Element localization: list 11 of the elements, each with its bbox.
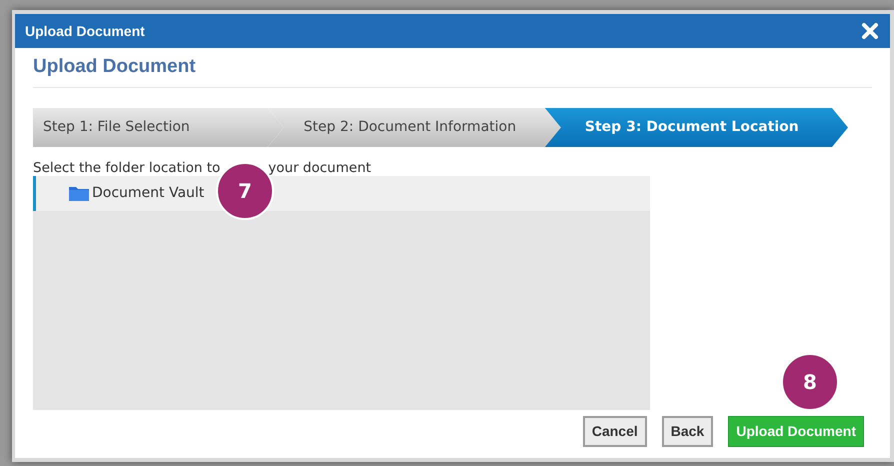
window-title: Upload Document [25,22,145,41]
step-tab[interactable]: Step 3: Document Location [544,108,848,147]
close-button[interactable] [860,21,880,41]
step-tab[interactable]: Step 2: Document Information [268,108,561,147]
step-tab[interactable]: Step 1: File Selection [33,108,284,147]
dialog-button[interactable]: Back [662,416,714,447]
folder-name: Document Vault [92,184,204,203]
close-icon [861,22,879,40]
dialog-heading: Upload Document [33,55,196,80]
dialog-button[interactable]: Cancel [582,416,647,447]
folder-icon [68,185,90,202]
